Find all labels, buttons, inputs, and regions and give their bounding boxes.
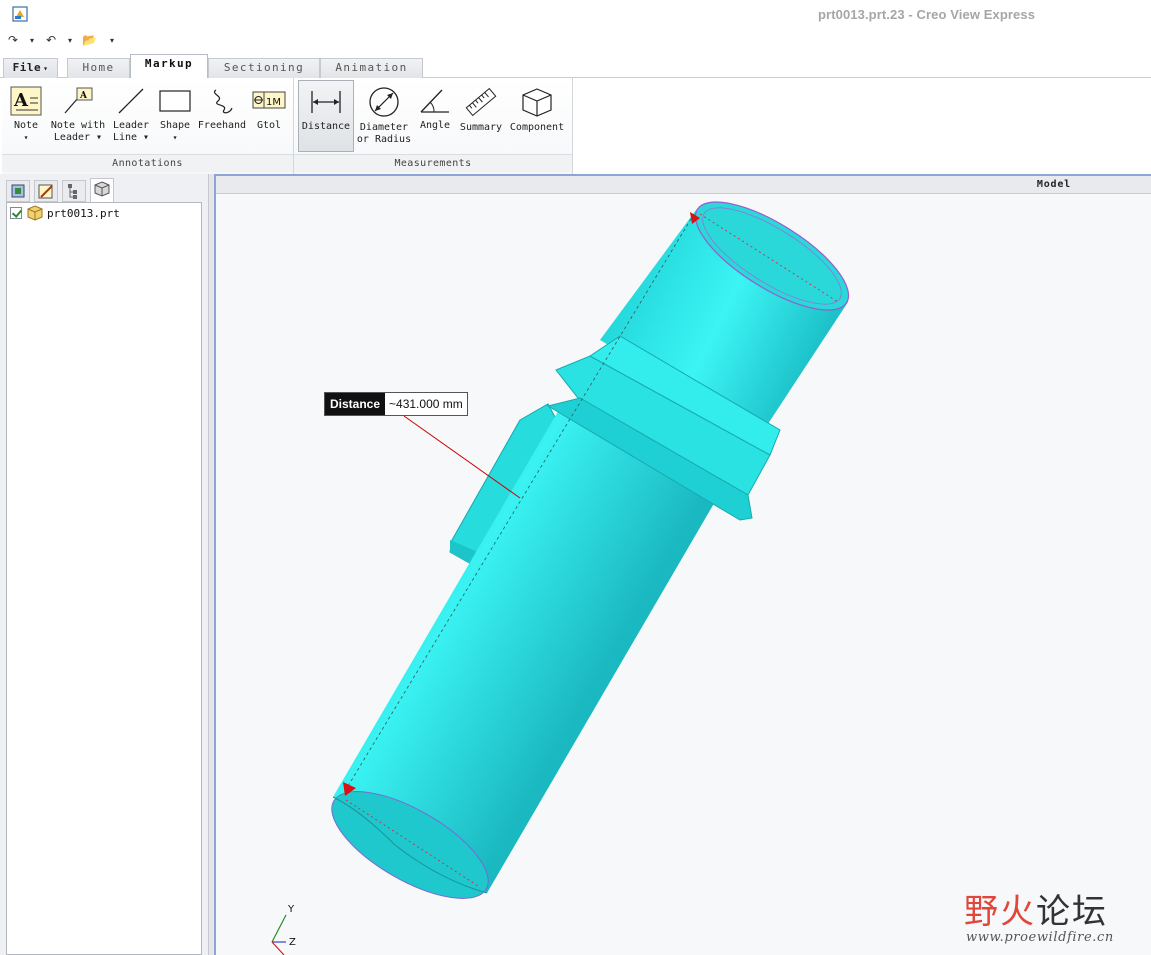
leader-line-icon [118, 88, 144, 114]
markup-pencil-icon [38, 184, 53, 199]
measurement-value: ~431.000 mm [389, 397, 463, 411]
tree-item-label: prt0013.prt [47, 206, 120, 220]
panel-tab-views[interactable] [6, 180, 30, 202]
model-cube-icon [94, 181, 110, 197]
undo-dropdown-icon[interactable]: ▾ [68, 36, 72, 45]
gtol-icon: 1M [252, 91, 286, 109]
leader-line-label: Leader [112, 120, 150, 131]
app-icon[interactable] [12, 6, 28, 22]
shape-button[interactable]: Shape ▾ [154, 80, 196, 152]
component-button[interactable]: Component [508, 80, 566, 152]
3d-viewport[interactable]: Y Z Model [214, 174, 1151, 955]
distance-icon [311, 91, 341, 113]
freehand-icon [214, 89, 233, 114]
leader-line-label-2: Line ▾ [112, 132, 150, 143]
diameter-label: Diameter [359, 122, 409, 133]
ribbon-tabs: File ▾ Home Markup Sectioning Animation [0, 54, 1151, 79]
tree-structure-icon [68, 184, 77, 199]
svg-text:A: A [13, 90, 29, 111]
note-with-leader-icon: A [64, 87, 93, 114]
tab-file[interactable]: File ▾ [3, 58, 58, 78]
panel-tab-structure[interactable] [62, 180, 86, 202]
note-with-leader-label-2: Leader ▾ [53, 132, 103, 143]
note-button-label: Note [13, 120, 39, 131]
open-icon[interactable]: 📂 [82, 33, 97, 47]
viewport-header: Model [216, 176, 1151, 194]
visibility-checkbox[interactable] [10, 207, 22, 219]
redo-icon[interactable]: ↷ [8, 33, 18, 47]
annotations-group-label: Annotations [2, 154, 293, 172]
svg-text:A: A [79, 91, 88, 101]
coordinate-triad: Y Z [271, 904, 296, 955]
chevron-down-icon: ▾ [43, 64, 49, 73]
diameter-icon [369, 87, 399, 117]
summary-button[interactable]: Summary [456, 80, 506, 152]
shape-icon [159, 90, 191, 112]
angle-icon [420, 89, 449, 113]
component-icon [522, 88, 552, 117]
watermark-text-red: 野火 [964, 892, 1036, 932]
diameter-label-2: or Radius [356, 134, 412, 145]
angle-label: Angle [419, 120, 451, 131]
panel-tab-markups[interactable] [34, 180, 58, 202]
watermark-text: 野火论坛 [964, 884, 1108, 933]
panel-tab-model[interactable] [90, 178, 114, 202]
quick-access-toolbar: ↷ ▾ ↶ ▾ 📂 ▾ [0, 30, 200, 52]
title-bar: prt0013.prt.23 - Creo View Express [0, 0, 1151, 30]
note-icon: A [10, 86, 42, 116]
customize-toolbar-icon[interactable]: ▾ [110, 36, 114, 45]
gtol-label: Gtol [256, 120, 282, 131]
note-with-leader-label: Note with [50, 120, 106, 131]
watermark-text-dark: 论坛 [1036, 892, 1108, 932]
undo-icon[interactable]: ↶ [46, 33, 56, 47]
viewport-title: Model [1036, 179, 1071, 190]
redo-dropdown-icon[interactable]: ▾ [30, 36, 34, 45]
tab-home[interactable]: Home [67, 58, 130, 78]
watermark-logo: 野火论坛 www.proewildfire.cn [964, 874, 1134, 950]
model-tree: prt0013.prt [6, 202, 202, 955]
ribbon: Annotations A Note ▾ A Note with Leader … [0, 78, 1151, 174]
distance-label: Distance [301, 121, 351, 132]
diameter-radius-button[interactable]: Diameter or Radius [356, 80, 412, 152]
gtol-button[interactable]: 1M Gtol [248, 80, 290, 152]
note-with-leader-button[interactable]: A Note with Leader ▾ [48, 80, 108, 152]
svg-text:1M: 1M [266, 97, 281, 108]
distance-button[interactable]: Distance [298, 80, 354, 152]
window-title: prt0013.prt.23 - Creo View Express [818, 7, 1036, 22]
leader-line-button[interactable]: Leader Line ▾ [108, 80, 154, 152]
tree-item[interactable]: prt0013.prt [10, 205, 120, 221]
watermark-url: www.proewildfire.cn [966, 930, 1114, 945]
angle-button[interactable]: Angle [414, 80, 456, 152]
measurement-name: Distance [325, 393, 386, 415]
svg-text:Y: Y [287, 904, 295, 915]
note-button[interactable]: A Note ▾ [4, 80, 48, 152]
ruler-icon [465, 87, 497, 117]
freehand-label: Freehand [197, 120, 247, 131]
left-panel: prt0013.prt [0, 174, 208, 955]
tab-file-label: File [12, 61, 42, 74]
chevron-down-icon: ▾ [172, 133, 178, 142]
svg-text:Z: Z [289, 937, 296, 948]
annotations-group: Annotations A Note ▾ A Note with Leader … [2, 78, 294, 174]
panel-tabs [6, 178, 202, 202]
freehand-button[interactable]: Freehand [196, 80, 248, 152]
part-icon [27, 205, 43, 221]
tab-sectioning[interactable]: Sectioning [208, 58, 320, 78]
views-icon [11, 184, 25, 198]
distance-measurement-label[interactable]: Distance ~431.000 mm [324, 392, 468, 416]
chevron-down-icon: ▾ [23, 133, 29, 142]
component-label: Component [509, 122, 565, 133]
tab-animation[interactable]: Animation [320, 58, 423, 78]
tab-markup[interactable]: Markup [130, 54, 208, 79]
summary-label: Summary [459, 122, 503, 133]
measurements-group-label: Measurements [294, 154, 572, 172]
shape-label: Shape [159, 120, 191, 131]
measurements-group: Measurements Distance Diameter or Radius [294, 78, 573, 174]
model-render[interactable]: Y Z [216, 176, 1151, 955]
